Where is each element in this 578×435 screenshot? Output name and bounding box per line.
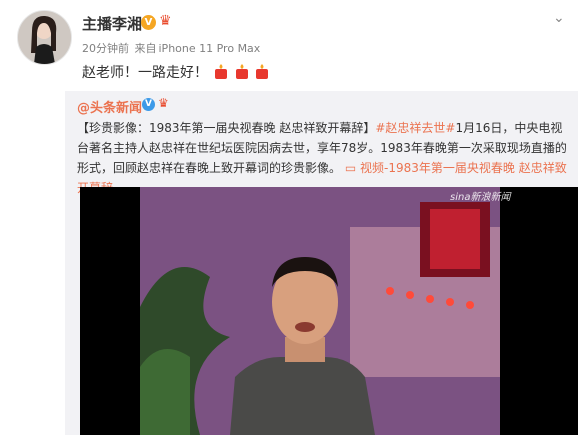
post-text-content: 赵老师！一路走好！: [82, 65, 208, 81]
repost-text: 【珍贵影像：1983年第一届央视春晚 赵忠祥致开幕辞】#赵忠祥去世#1月16日，…: [77, 118, 571, 198]
crown-icon: ♛: [159, 13, 172, 29]
candle-icon: [215, 64, 228, 79]
repost-username[interactable]: @头条新闻: [77, 97, 142, 116]
post-time[interactable]: 20分钟前: [82, 42, 129, 55]
source-device: iPhone 11 Pro Max: [158, 42, 261, 55]
weibo-post: 主播李湘 V ♛ ⌄ 20分钟前 来自 iPhone 11 Pro Max 赵老师…: [0, 0, 578, 435]
source-prefix: 来自: [134, 42, 157, 55]
post-meta: 20分钟前 来自 iPhone 11 Pro Max: [82, 40, 260, 56]
chevron-down-icon[interactable]: ⌄: [553, 10, 565, 26]
crown-icon: ♛: [158, 96, 169, 110]
video-link-icon: ▭: [344, 161, 361, 175]
video-player[interactable]: [80, 187, 578, 435]
verified-badge-icon: V: [142, 98, 155, 111]
post-text: 赵老师！一路走好！: [82, 62, 269, 82]
avatar[interactable]: [17, 10, 72, 65]
repost-text-line1a: 【珍贵影像：1983年第一届央视春晚 赵忠祥致开幕辞】: [77, 121, 376, 135]
video-frame: [80, 187, 578, 435]
candle-icon: [235, 64, 248, 79]
hashtag-link[interactable]: #赵忠祥去世#: [375, 121, 455, 135]
verified-badge-icon: V: [141, 15, 156, 30]
video-watermark: sina新浪新闻: [450, 192, 511, 203]
avatar-image: [18, 11, 71, 64]
post-username[interactable]: 主播李湘: [82, 13, 142, 34]
candle-icon: [256, 64, 269, 79]
repost-text-line3: 回顾赵忠祥在春晚上致开幕词的珍贵影像。: [113, 161, 342, 175]
